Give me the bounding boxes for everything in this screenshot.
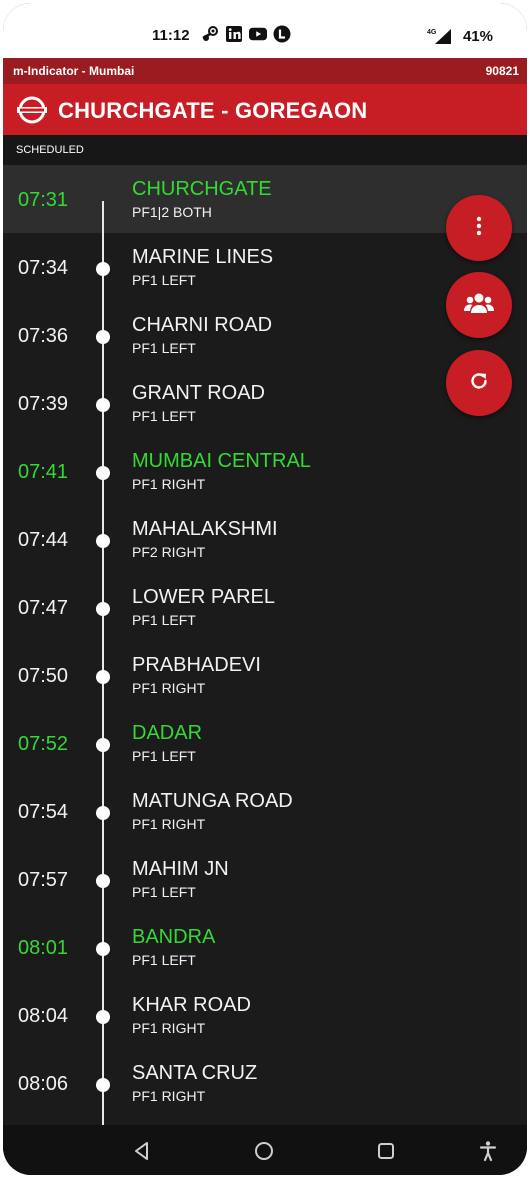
stop-dot: [96, 874, 110, 888]
stop-time: 07:54: [18, 801, 69, 823]
more-options-button[interactable]: [446, 195, 512, 261]
station-name: CHARNI ROAD: [132, 314, 273, 336]
status-bar: 11:12 4G 41%: [3, 3, 527, 58]
home-icon[interactable]: [253, 1140, 275, 1162]
stop-time: 07:52: [18, 733, 69, 755]
group-icon: [464, 292, 494, 319]
platform-info: PF1 RIGHT: [132, 680, 206, 696]
stop-dot: [96, 330, 110, 344]
notification-icons: [201, 25, 291, 43]
station-name: PRABHADEVI: [132, 654, 261, 676]
refresh-icon: [468, 370, 490, 397]
origin-stop-dot: [96, 194, 110, 208]
stop-time: 07:47: [18, 597, 69, 619]
stop-row[interactable]: 08:04 KHAR ROAD PF1 RIGHT: [3, 981, 527, 1049]
stop-dot: [96, 1010, 110, 1024]
stop-time: 07:34: [18, 257, 69, 279]
stop-time: 07:31: [18, 189, 69, 211]
platform-info: PF1 LEFT: [132, 408, 196, 424]
railway-logo-icon[interactable]: [17, 95, 47, 125]
stop-time: 08:04: [18, 1005, 69, 1027]
station-name: LOWER PAREL: [132, 586, 275, 608]
platform-info: PF1 RIGHT: [132, 476, 206, 492]
back-icon[interactable]: [131, 1140, 153, 1162]
stop-row[interactable]: 07:52 DADAR PF1 LEFT: [3, 709, 527, 777]
app-header: m-Indicator - Mumbai 90821: [3, 58, 527, 84]
station-name: KHAR ROAD: [132, 994, 251, 1016]
station-name: DADAR: [132, 722, 203, 744]
station-name: MAHALAKSHMI: [132, 518, 278, 540]
platform-info: PF1|2 BOTH: [132, 204, 212, 220]
platform-info: PF1 RIGHT: [132, 1088, 206, 1104]
stop-time: 07:36: [18, 325, 69, 347]
linkedin-icon: [225, 25, 243, 43]
stop-dot: [96, 262, 110, 276]
stop-time: 08:06: [18, 1073, 69, 1095]
recents-icon[interactable]: [375, 1140, 397, 1162]
network-type: 4G: [427, 29, 437, 36]
stop-time: 08:01: [18, 937, 69, 959]
signal-icon: 4G: [425, 27, 453, 45]
stop-dot: [96, 670, 110, 684]
station-name: CHURCHGATE: [132, 178, 272, 200]
platform-info: PF1 LEFT: [132, 884, 196, 900]
refresh-button[interactable]: [446, 350, 512, 416]
l-app-icon: [273, 25, 291, 43]
platform-info: PF1 LEFT: [132, 340, 196, 356]
stop-time: 07:50: [18, 665, 69, 687]
stop-row[interactable]: 07:57 MAHIM JN PF1 LEFT: [3, 845, 527, 913]
stop-dot: [96, 738, 110, 752]
stop-dot: [96, 806, 110, 820]
station-name: MARINE LINES: [132, 246, 274, 268]
crowd-info-button[interactable]: [446, 272, 512, 338]
stop-dot: [96, 1078, 110, 1092]
stop-row[interactable]: 07:50 PRABHADEVI PF1 RIGHT: [3, 641, 527, 709]
stop-time: 07:41: [18, 461, 69, 483]
youtube-icon: [249, 25, 267, 43]
phone-screen: 11:12 4G 41% m-Indicator - Mumbai 90821: [3, 3, 527, 1175]
station-name: BANDRA: [132, 926, 216, 948]
platform-info: PF1 LEFT: [132, 612, 196, 628]
steam-icon: [201, 25, 219, 43]
app-name: m-Indicator - Mumbai: [13, 64, 135, 78]
schedule-bar: SCHEDULED: [3, 135, 527, 165]
stop-row[interactable]: 08:01 BANDRA PF1 LEFT: [3, 913, 527, 981]
platform-info: PF2 RIGHT: [132, 544, 206, 560]
station-name: GRANT ROAD: [132, 382, 265, 404]
stop-row[interactable]: 07:44 MAHALAKSHMI PF2 RIGHT: [3, 505, 527, 573]
platform-info: PF1 LEFT: [132, 952, 196, 968]
station-name: MATUNGA ROAD: [132, 790, 293, 812]
stop-dot: [96, 398, 110, 412]
stop-dot: [96, 466, 110, 480]
schedule-label: SCHEDULED: [16, 144, 84, 156]
status-right: 4G 41%: [425, 27, 493, 45]
system-nav-bar: [3, 1125, 527, 1175]
status-time: 11:12: [152, 27, 190, 44]
stop-row[interactable]: 08:06 SANTA CRUZ PF1 RIGHT: [3, 1049, 527, 1117]
route-title: CHURCHGATE - GOREGAON: [58, 98, 368, 123]
station-name: MAHIM JN: [132, 858, 229, 880]
stop-row[interactable]: 07:41 MUMBAI CENTRAL PF1 RIGHT: [3, 437, 527, 505]
station-name: MUMBAI CENTRAL: [132, 450, 311, 472]
platform-info: PF1 LEFT: [132, 272, 196, 288]
stop-row[interactable]: 07:47 LOWER PAREL PF1 LEFT: [3, 573, 527, 641]
station-name: SANTA CRUZ: [132, 1062, 258, 1084]
train-number: 90821: [485, 64, 519, 78]
platform-info: PF1 LEFT: [132, 748, 196, 764]
battery-percent: 41%: [462, 27, 493, 45]
stop-row[interactable]: 07:54 MATUNGA ROAD PF1 RIGHT: [3, 777, 527, 845]
stop-dot: [96, 942, 110, 956]
stop-time: 07:44: [18, 529, 69, 551]
platform-info: PF1 RIGHT: [132, 1020, 206, 1036]
accessibility-icon[interactable]: [477, 1140, 499, 1162]
route-title-bar: CHURCHGATE - GOREGAON: [3, 84, 527, 135]
stop-time: 07:57: [18, 869, 69, 891]
stop-dot: [96, 534, 110, 548]
stop-dot: [96, 602, 110, 616]
platform-info: PF1 RIGHT: [132, 816, 206, 832]
stop-time: 07:39: [18, 393, 69, 415]
more-vertical-icon: [476, 216, 482, 241]
